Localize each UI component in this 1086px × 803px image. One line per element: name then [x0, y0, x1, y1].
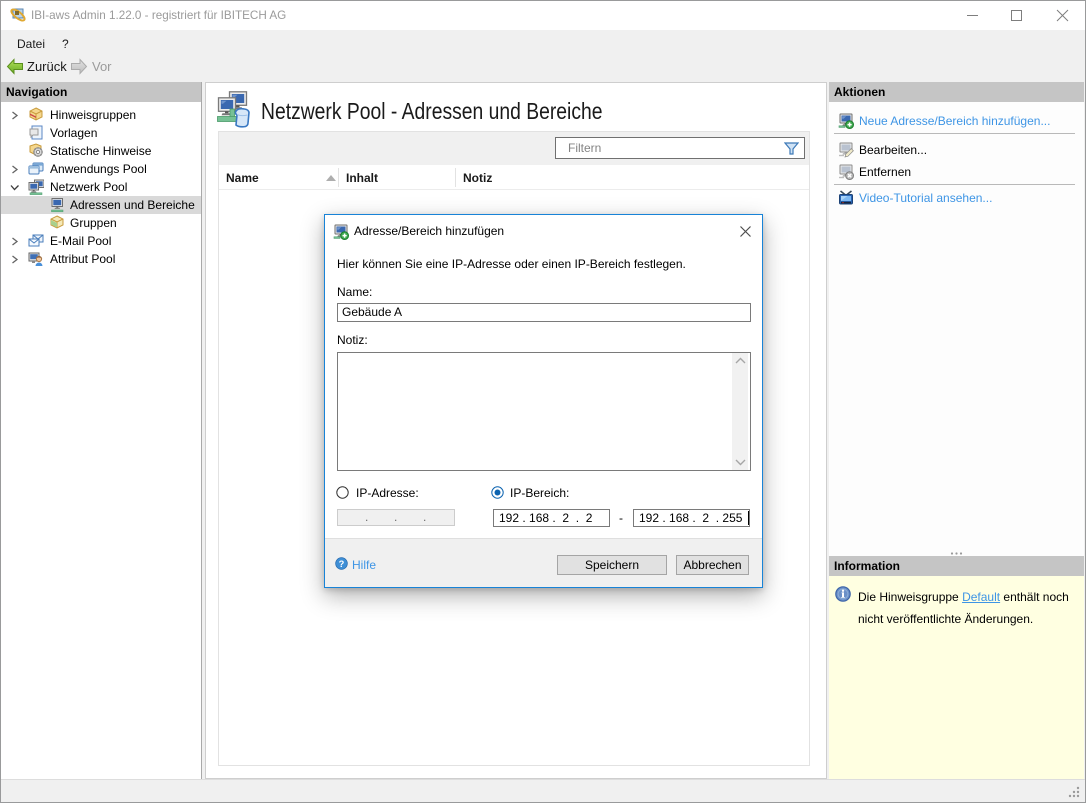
svg-text:?: ?	[339, 559, 345, 569]
